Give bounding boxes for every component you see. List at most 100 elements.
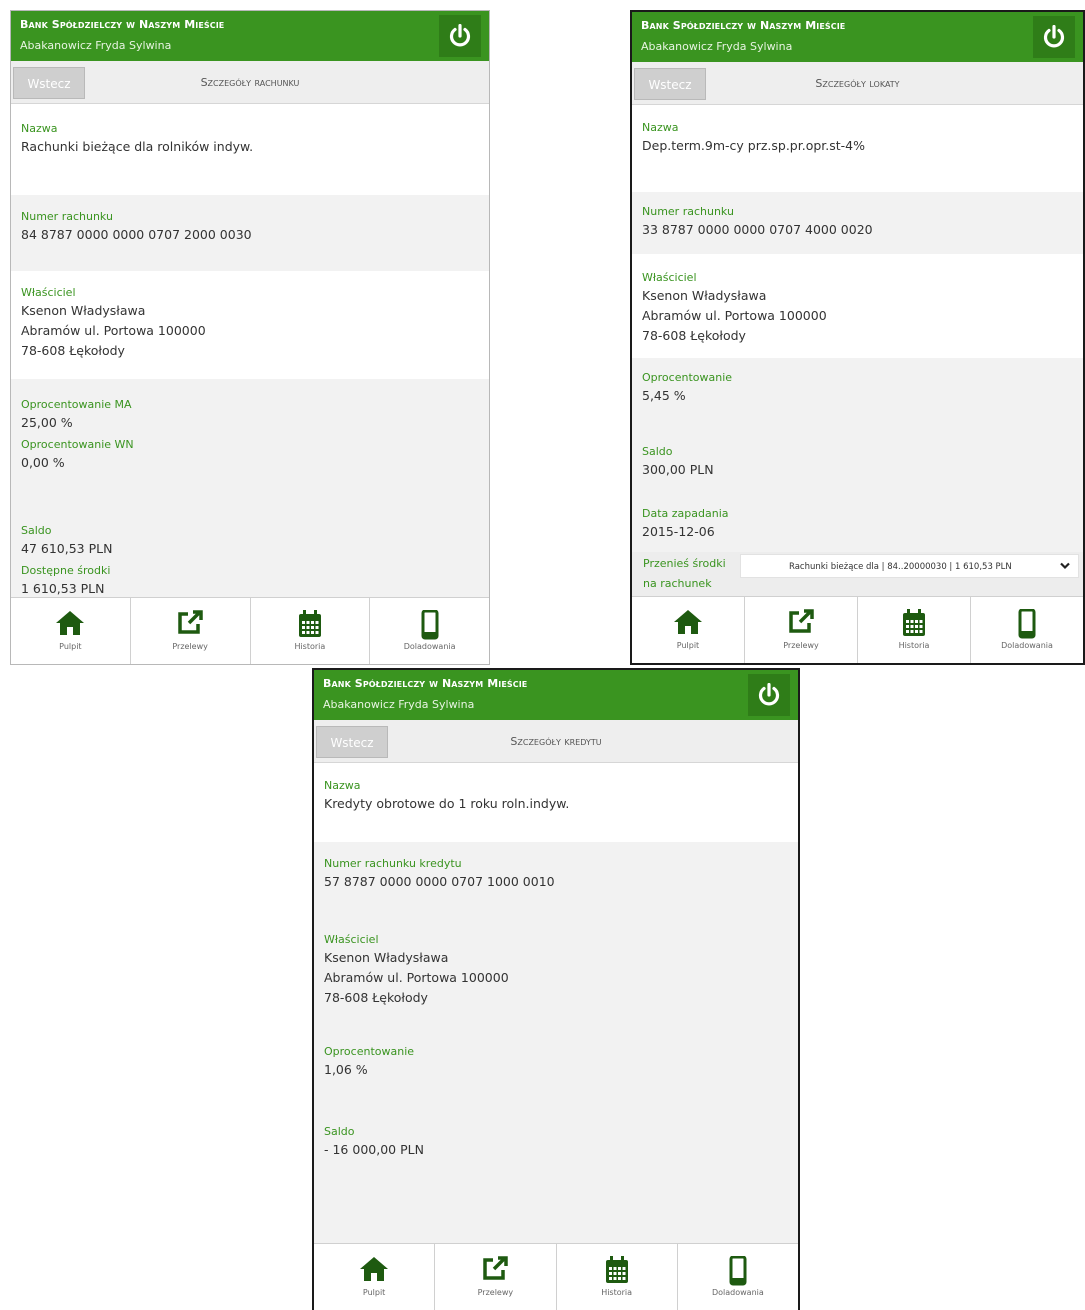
chevron-down-icon: [1060, 562, 1070, 570]
logout-button[interactable]: [748, 674, 790, 716]
nav-label: Przelewy: [172, 642, 208, 651]
owner-label: Właściciel: [642, 271, 697, 284]
interest-section: Oprocentowanie MA 25,00 % Oprocentowanie…: [11, 379, 489, 511]
nav-doladowania[interactable]: Doladowania: [970, 597, 1083, 663]
balance-value: - 16 000,00 PLN: [324, 1142, 424, 1157]
details-list: Nazwa Rachunki bieżące dla rolników indy…: [11, 103, 489, 633]
owner-line: 78-608 Łękołody: [21, 343, 125, 358]
app-header: Bank Spółdzielczy w Naszym Mieście Abaka…: [11, 11, 489, 61]
interest-value: 5,45 %: [642, 388, 686, 403]
bottom-nav: Pulpit Przelewy Historia Doladowania: [11, 597, 489, 664]
target-account-select[interactable]: Rachunki bieżące dla | 84..20000030 | 1 …: [740, 554, 1079, 578]
external-link-icon: [789, 609, 814, 633]
logout-button[interactable]: [439, 15, 481, 57]
user-name: Abakanowicz Fryda Sylwina: [20, 39, 172, 52]
home-icon: [674, 610, 702, 634]
nav-label: Przelewy: [783, 641, 819, 650]
transfer-label-line: na rachunek: [643, 577, 712, 590]
owner-label: Właściciel: [324, 933, 379, 946]
calendar-icon: [605, 1256, 628, 1283]
mobile-phone-icon: [421, 610, 439, 640]
nav-historia[interactable]: Historia: [857, 597, 970, 663]
deposit-details-screen: Bank Spółdzielczy w Naszym Mieście Abaka…: [630, 10, 1085, 665]
owner-line: Ksenon Władysława: [21, 303, 146, 318]
calendar-icon: [903, 609, 925, 636]
credit-account-number-section: Numer rachunku kredytu 57 8787 0000 0000…: [314, 842, 798, 918]
balance-value: 47 610,53 PLN: [21, 541, 113, 556]
nav-historia[interactable]: Historia: [555, 1244, 677, 1310]
nav-doladowania[interactable]: Doladowania: [676, 1244, 798, 1310]
balance-section: Saldo 300,00 PLN: [632, 432, 1083, 494]
owner-line: Ksenon Władysława: [324, 950, 449, 965]
account-number-label: Numer rachunku: [642, 205, 734, 218]
account-number-value: 84 8787 0000 0000 0707 2000 0030: [21, 227, 252, 242]
bottom-nav: Pulpit Przelewy Historia Doladowania: [632, 596, 1083, 663]
bottom-nav: Pulpit Przelewy Historia Doladowania: [314, 1243, 798, 1310]
interest-section: Oprocentowanie 1,06 %: [314, 1026, 798, 1106]
bank-name: Bank Spółdzielczy w Naszym Mieście: [641, 19, 846, 32]
maturity-section: Data zapadania 2015-12-06: [632, 494, 1083, 556]
details-list: Nazwa Dep.term.9m-cy prz.sp.pr.opr.st-4%…: [632, 104, 1083, 556]
power-icon: [449, 24, 471, 47]
owner-section: Właściciel Ksenon Władysława Abramów ul.…: [11, 271, 489, 379]
owner-line: 78-608 Łękołody: [642, 328, 746, 343]
name-label: Nazwa: [324, 779, 361, 792]
logout-button[interactable]: [1033, 16, 1075, 58]
details-list: Nazwa Kredyty obrotowe do 1 roku roln.in…: [314, 762, 798, 1310]
nav-pulpit[interactable]: Pulpit: [632, 597, 744, 663]
credit-details-screen: Bank Spółdzielczy w Naszym Mieście Abaka…: [312, 668, 800, 1310]
page-title: Szczegóły lokaty: [815, 77, 900, 90]
balance-section: Saldo - 16 000,00 PLN: [314, 1106, 798, 1222]
credit-account-number-label: Numer rachunku kredytu: [324, 857, 462, 870]
nav-doladowania[interactable]: Doladowania: [369, 598, 489, 664]
nav-przelewy[interactable]: Przelewy: [744, 597, 857, 663]
app-header: Bank Spółdzielczy w Naszym Mieście Abaka…: [632, 12, 1083, 62]
interest-ma-value: 25,00 %: [21, 415, 73, 430]
app-header: Bank Spółdzielczy w Naszym Mieście Abaka…: [314, 670, 798, 720]
maturity-date-value: 2015-12-06: [642, 524, 715, 539]
name-value: Rachunki bieżące dla rolników indyw.: [21, 139, 254, 154]
owner-section: Właściciel Ksenon Władysława Abramów ul.…: [632, 254, 1083, 358]
interest-ma-label: Oprocentowanie MA: [21, 398, 132, 411]
name-value: Kredyty obrotowe do 1 roku roln.indyw.: [324, 796, 570, 811]
owner-line: 78-608 Łękołody: [324, 990, 428, 1005]
nav-historia[interactable]: Historia: [249, 598, 370, 664]
mobile-phone-icon: [729, 1256, 747, 1286]
home-icon: [360, 1257, 389, 1281]
transfer-label-line: Przenieś środki: [643, 557, 726, 570]
owner-line: Abramów ul. Portowa 100000: [21, 323, 206, 338]
calendar-icon: [298, 610, 321, 637]
owner-line: Abramów ul. Portowa 100000: [642, 308, 827, 323]
nav-label: Pulpit: [362, 1288, 386, 1297]
user-name: Abakanowicz Fryda Sylwina: [323, 698, 475, 711]
interest-wn-label: Oprocentowanie WN: [21, 438, 134, 451]
transfer-funds-row: Przenieś środki na rachunek Rachunki bie…: [632, 552, 1083, 598]
nav-pulpit[interactable]: Pulpit: [314, 1244, 434, 1310]
nav-przelewy[interactable]: Przelewy: [129, 598, 250, 664]
bank-name: Bank Spółdzielczy w Naszym Mieście: [323, 677, 528, 690]
nav-label: Pulpit: [59, 642, 82, 651]
title-bar: Wstecz Szczegóły kredytu: [314, 720, 798, 763]
name-section: Nazwa Kredyty obrotowe do 1 roku roln.in…: [314, 762, 798, 842]
nav-label: Przelewy: [477, 1288, 514, 1297]
mobile-phone-icon: [1018, 609, 1036, 639]
available-funds-value: 1 610,53 PLN: [21, 581, 105, 596]
interest-wn-value: 0,00 %: [21, 455, 65, 470]
credit-account-number-value: 57 8787 0000 0000 0707 1000 0010: [324, 874, 555, 889]
account-details-screen: Bank Spółdzielczy w Naszym Mieście Abaka…: [10, 10, 490, 665]
page-title: Szczegóły kredytu: [510, 735, 602, 748]
owner-section: Właściciel Ksenon Władysława Abramów ul.…: [314, 918, 798, 1026]
nav-label: Historia: [601, 1288, 633, 1297]
nav-przelewy[interactable]: Przelewy: [434, 1244, 555, 1310]
balance-value: 300,00 PLN: [642, 462, 714, 477]
interest-value: 1,06 %: [324, 1062, 368, 1077]
transfer-funds-label: Przenieś środki na rachunek: [643, 554, 743, 594]
selected-account: Rachunki bieżące dla | 84..20000030 | 1 …: [789, 562, 1012, 572]
interest-label: Oprocentowanie: [324, 1045, 415, 1058]
nav-pulpit[interactable]: Pulpit: [11, 598, 130, 664]
name-label: Nazwa: [21, 122, 58, 135]
external-link-icon: [178, 610, 203, 634]
account-number-value: 33 8787 0000 0000 0707 4000 0020: [642, 222, 873, 237]
external-link-icon: [483, 1256, 509, 1280]
available-funds-label: Dostępne środki: [21, 564, 111, 577]
